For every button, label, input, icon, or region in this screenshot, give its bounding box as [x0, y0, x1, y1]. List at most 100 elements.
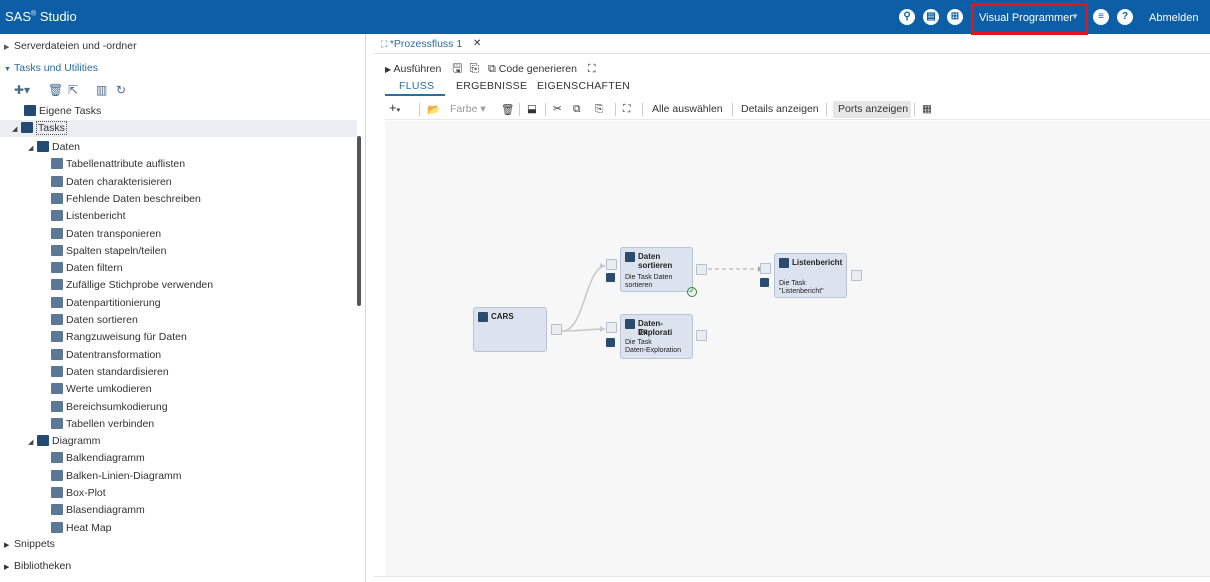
tree-item[interactable]: Tabellenattribute auflisten — [51, 156, 185, 173]
paste-icon[interactable]: ⎘ — [595, 103, 603, 116]
tree-item-my-tasks[interactable]: Eigene Tasks — [24, 103, 101, 120]
tree-item[interactable]: Daten standardisieren — [51, 364, 169, 381]
save-icon[interactable]: 🖫 — [452, 61, 462, 75]
color-dropdown[interactable]: Farbe ▾ — [450, 103, 486, 115]
tree-item-label: Tabellenattribute auflisten — [66, 158, 186, 171]
folder-icon — [24, 105, 36, 116]
expand-icon[interactable]: ◢ — [28, 140, 37, 157]
chevron-down-icon[interactable]: ▼ — [1071, 12, 1079, 21]
copy-icon[interactable]: ⧉ — [573, 103, 581, 116]
new-task-icon[interactable]: ✚▾ — [14, 83, 30, 97]
play-icon: ▶ — [385, 65, 392, 74]
output-port[interactable] — [551, 324, 562, 335]
chevron-right-icon: ▶ — [4, 564, 10, 571]
output-port[interactable] — [696, 264, 707, 275]
open-folder-icon[interactable]: 📂 — [427, 103, 440, 116]
run-button[interactable]: ▶ Ausführen — [385, 63, 441, 75]
delete-node-icon[interactable]: 🗑 — [501, 103, 514, 116]
section-snippets[interactable]: ▶ Snippets — [4, 538, 55, 550]
tree-item[interactable]: Fehlende Daten beschreiben — [51, 191, 201, 208]
add-node-icon[interactable]: +▾ — [389, 100, 400, 115]
properties-icon[interactable]: ▥ — [96, 83, 107, 97]
tree-item[interactable]: Rangzuweisung für Daten — [51, 329, 187, 346]
tree-item[interactable]: Daten sortieren — [51, 312, 138, 329]
section-tasks-utilities[interactable]: ▼ Tasks und Utilities — [4, 62, 98, 74]
tab-results[interactable]: ERGEBNISSE — [456, 80, 527, 92]
task-icon — [51, 158, 63, 170]
export-icon[interactable]: ⇱ — [68, 83, 78, 97]
arrow-head — [600, 263, 605, 269]
tree-item[interactable]: Blasendiagramm — [51, 502, 145, 519]
printer-icon[interactable]: ▤ — [923, 9, 939, 25]
delete-icon[interactable]: 🗑 — [48, 83, 63, 97]
tree-item[interactable]: Bereichsumkodierung — [51, 399, 168, 416]
tree-item-label: Daten — [52, 141, 81, 153]
task-icon — [51, 504, 63, 516]
tree-item[interactable]: Daten filtern — [51, 260, 123, 277]
tree-item[interactable]: Zufällige Stichprobe verwenden — [51, 277, 213, 294]
search-icon[interactable]: ⚲ — [899, 9, 915, 25]
tree-folder[interactable]: ◢ Diagramm — [28, 433, 100, 450]
tree-item[interactable]: Werte umkodieren — [51, 381, 152, 398]
tree-scrollbar[interactable] — [357, 136, 361, 306]
select-all-button[interactable]: Alle auswählen — [652, 103, 723, 115]
close-icon[interactable]: ✕ — [473, 38, 481, 49]
tree-item[interactable]: Balkendiagramm — [51, 450, 145, 467]
tree-item[interactable]: Tabellen verbinden — [51, 416, 154, 433]
tree-folder[interactable]: ◢ Daten — [28, 139, 80, 156]
tree-item[interactable]: Daten transponieren — [51, 226, 161, 243]
tree-item-tasks[interactable]: ◢ Tasks — [0, 120, 357, 137]
input-port[interactable] — [606, 259, 617, 270]
tree-item-label: Daten filtern — [66, 262, 123, 275]
refresh-icon[interactable]: ↻ — [116, 83, 126, 97]
cut-icon[interactable]: ✂ — [553, 103, 562, 115]
tree-item[interactable]: Listenbericht — [51, 208, 126, 225]
section-server-files[interactable]: ▶ Serverdateien und -ordner — [4, 40, 137, 52]
tree-item[interactable]: Balken-Linien-Diagramm — [51, 468, 182, 485]
task-icon — [51, 175, 63, 187]
tab-process-flow[interactable]: ⛶ *Prozessfluss 1 — [381, 38, 462, 50]
tab-properties[interactable]: EIGENSCHAFTEN — [537, 80, 630, 92]
section-libraries[interactable]: ▶ Bibliotheken — [4, 560, 71, 572]
tree-item-label: Rangzuweisung für Daten — [66, 331, 187, 344]
tree-item[interactable]: Spalten stapeln/teilen — [51, 243, 166, 260]
node-sort-data[interactable]: Daten sortieren Die Task Daten sortieren — [620, 247, 693, 292]
save-as-icon[interactable]: ⎘ — [469, 61, 479, 75]
node-cars[interactable]: CARS — [473, 307, 547, 352]
output-port[interactable] — [851, 270, 862, 281]
logout-link[interactable]: Abmelden — [1149, 12, 1199, 24]
tree-item[interactable]: Heat Map — [51, 520, 112, 537]
flow-canvas[interactable]: CARS Daten sortieren Die Task Daten sort… — [385, 121, 1210, 576]
menu-icon[interactable]: ≡ — [1093, 9, 1109, 25]
task-icon — [51, 487, 63, 498]
task-icon — [51, 521, 63, 533]
output-port[interactable] — [696, 330, 707, 341]
perspective-menu[interactable]: Visual Programmer — [979, 12, 1073, 24]
tree-item-label: Daten sortieren — [66, 314, 138, 326]
tree-item[interactable]: Daten charakterisieren — [51, 174, 172, 191]
help-icon[interactable]: ? — [1117, 9, 1133, 25]
stamp-icon[interactable]: ⬓ — [527, 103, 537, 115]
node-data-exploration[interactable]: Daten-Explorati on Die Task Daten-Explor… — [620, 314, 693, 359]
tree-item[interactable]: Datenpartitionierung — [51, 295, 161, 312]
layout-icon[interactable]: ▦ — [922, 103, 932, 115]
tree-item-label: Fehlende Daten beschreiben — [66, 192, 201, 205]
grid-icon[interactable]: ⊞ — [947, 9, 963, 25]
tree-item-label: Balken-Linien-Diagramm — [66, 469, 182, 482]
tree-item[interactable]: Datentransformation — [51, 347, 161, 364]
tab-flow[interactable]: FLUSS — [399, 80, 434, 92]
expand-icon[interactable]: ◢ — [28, 434, 37, 451]
tree-item[interactable]: Box-Plot — [51, 485, 106, 502]
node-list-report[interactable]: Listenbericht Die Task "Listenbericht" — [774, 253, 847, 298]
task-icon — [51, 383, 63, 395]
connect-icon[interactable]: ⛶ — [623, 103, 630, 116]
input-port[interactable] — [760, 263, 771, 274]
show-details-button[interactable]: Details anzeigen — [741, 103, 819, 115]
generate-code-button[interactable]: ⧉ Code generieren — [488, 63, 577, 75]
show-ports-button[interactable]: Ports anzeigen — [838, 103, 908, 115]
top-bar: SAS® Studio ⚲ ▤ ⊞ Visual Programmer ▼ ≡ … — [0, 0, 1210, 35]
input-port[interactable] — [606, 322, 617, 333]
fullscreen-icon[interactable]: ⛶ — [588, 63, 596, 75]
code-icon: ⧉ — [487, 63, 496, 75]
flow-toolbar: +▾ 📂 Farbe ▾ 🗑 ⬓ ✂ ⧉ ⎘ ⛶ Alle auswählen … — [385, 98, 1210, 120]
